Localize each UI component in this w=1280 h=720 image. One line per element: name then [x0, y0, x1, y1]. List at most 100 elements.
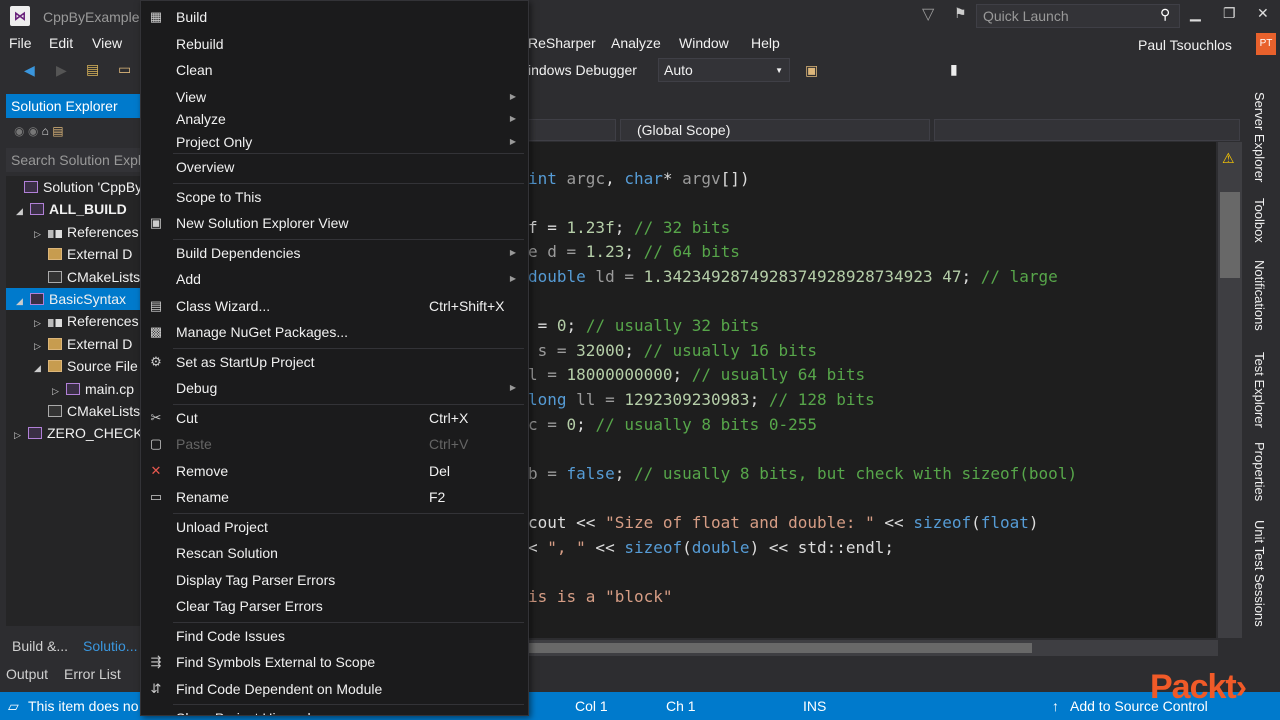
menu-item-add[interactable]: Add ▶	[141, 267, 528, 291]
menu-item-display-tag-parser-errors[interactable]: Display Tag Parser Errors	[141, 568, 528, 592]
menu-item-remove[interactable]: ✕ Remove Del	[141, 459, 528, 483]
tree-node[interactable]: ▷ References	[6, 221, 140, 243]
menu-item-class-wizard[interactable]: ▤ Class Wizard... Ctrl+Shift+X	[141, 294, 528, 318]
tree-node[interactable]: ◢ BasicSyntax	[6, 288, 140, 310]
bookmark-icon[interactable]: ▮	[950, 61, 958, 78]
expanded-arrow-icon[interactable]: ◢	[16, 200, 30, 220]
menu-item-find-code-issues[interactable]: Find Code Issues	[141, 624, 528, 648]
menu-resharper[interactable]: ReSharper	[528, 35, 596, 51]
minimize-button[interactable]: ▁	[1190, 5, 1201, 22]
menu-item-clear-tag-parser-errors[interactable]: Clear Tag Parser Errors	[141, 594, 528, 618]
tab-error-list[interactable]: Error List	[64, 666, 121, 682]
vertical-scrollbar[interactable]: ⚠	[1218, 142, 1242, 638]
collapsed-arrow-icon[interactable]: ▷	[52, 380, 66, 400]
menu-item-build[interactable]: ▦ Build	[141, 5, 528, 29]
filter-icon[interactable]: ▽	[922, 4, 934, 24]
tree-node[interactable]: ◢ ALL_BUILD	[6, 198, 140, 220]
menu-item-rebuild[interactable]: Rebuild	[141, 32, 528, 56]
code-token: [])	[720, 168, 750, 188]
collapsed-arrow-icon[interactable]: ▷	[34, 335, 48, 355]
menu-item-build-dependencies[interactable]: Build Dependencies ▶	[141, 241, 528, 265]
solution-explorer-tab[interactable]: Solution Explorer	[6, 94, 140, 118]
tab-build[interactable]: Build &...	[12, 638, 68, 654]
open-folder-icon[interactable]: ▭	[118, 61, 131, 78]
tree-node[interactable]: CMakeLists	[6, 400, 140, 422]
collapsed-arrow-icon[interactable]: ▷	[34, 223, 48, 243]
warning-icon[interactable]: ⚠	[1222, 150, 1235, 167]
side-tab-unit-test-sessions[interactable]: Unit Test Sessions	[1252, 520, 1267, 627]
tree-node[interactable]: External D	[6, 243, 140, 265]
side-tab-properties[interactable]: Properties	[1252, 442, 1267, 501]
tree-node[interactable]: ▷ ZERO_CHECK	[6, 422, 140, 444]
config-select[interactable]: Auto ▼	[658, 58, 790, 82]
scroll-thumb[interactable]	[528, 643, 1032, 653]
user-avatar[interactable]: PT	[1256, 33, 1276, 55]
tree-node[interactable]: Solution 'CppBy	[6, 176, 140, 198]
menu-item-find-symbols-external-to-scope[interactable]: ⇶ Find Symbols External to Scope	[141, 650, 528, 674]
side-tab-toolbox[interactable]: Toolbox	[1252, 198, 1267, 243]
menu-item-cut[interactable]: ✂ Cut Ctrl+X	[141, 406, 528, 430]
feedback-icon[interactable]: ⚑	[954, 5, 967, 22]
menu-item-rename[interactable]: ▭ Rename F2	[141, 485, 528, 509]
forward-icon[interactable]: ▶	[56, 62, 67, 79]
menu-item-label: Rescan Solution	[176, 545, 278, 561]
tab-solution[interactable]: Solutio...	[83, 638, 137, 654]
tree-node[interactable]: ▷ External D	[6, 333, 140, 355]
menu-item-shortcut: Ctrl+Shift+X	[429, 297, 505, 314]
collapsed-arrow-icon[interactable]: ▷	[14, 424, 28, 444]
tree-node[interactable]: ◢ Source File	[6, 355, 140, 377]
menu-window[interactable]: Window	[679, 35, 729, 51]
back-icon[interactable]: ◀	[24, 62, 35, 79]
menu-item-clean[interactable]: Clean	[141, 58, 528, 82]
close-button[interactable]: ✕	[1257, 5, 1269, 22]
menu-item-manage-nuget-packages[interactable]: ▩ Manage NuGet Packages...	[141, 320, 528, 344]
member-dropdown[interactable]	[934, 119, 1240, 141]
debugger-select[interactable]: indows Debugger	[528, 62, 637, 78]
switch-view-icon[interactable]: ▤	[52, 124, 63, 138]
restore-button[interactable]: ❐	[1223, 5, 1236, 22]
menu-item-debug[interactable]: Debug ▶	[141, 376, 528, 400]
collapsed-arrow-icon[interactable]: ▷	[34, 312, 48, 332]
forward-icon[interactable]: ◉	[28, 124, 42, 138]
tree-node[interactable]: CMakeLists	[6, 266, 140, 288]
expanded-arrow-icon[interactable]: ◢	[34, 357, 48, 377]
menu-view[interactable]: View	[92, 35, 122, 51]
solution-search-input[interactable]: Search Solution Expl	[6, 148, 140, 172]
project-icon	[30, 293, 44, 305]
back-icon[interactable]: ◉	[14, 124, 28, 138]
side-tab-notifications[interactable]: Notifications	[1252, 260, 1267, 331]
tree-node[interactable]: ▷ References	[6, 310, 140, 332]
project-dropdown[interactable]	[528, 119, 616, 141]
quick-launch-input[interactable]: Quick Launch	[976, 4, 1180, 28]
menu-item-unload-project[interactable]: Unload Project	[141, 515, 528, 539]
tab-output[interactable]: Output	[6, 666, 48, 682]
user-name[interactable]: Paul Tsouchlos	[1138, 37, 1232, 53]
menu-item-new-solution-explorer-view[interactable]: ▣ New Solution Explorer View	[141, 211, 528, 235]
menu-item-scope-to-this[interactable]: Scope to This	[141, 185, 528, 209]
home-icon[interactable]: ⌂	[42, 124, 53, 138]
new-project-icon[interactable]: ▤	[86, 61, 99, 78]
scroll-thumb[interactable]	[1220, 192, 1240, 278]
scope-dropdown[interactable]: (Global Scope)	[620, 119, 930, 141]
menu-item-view[interactable]: View ▶	[141, 85, 528, 109]
code-editor[interactable]: <iostream>int argc, char* argv[])f = 1.2…	[528, 118, 1216, 638]
menu-edit[interactable]: Edit	[49, 35, 73, 51]
horizontal-scrollbar[interactable]	[528, 640, 1218, 656]
menu-item-find-code-dependent-on-module[interactable]: ⇵ Find Code Dependent on Module	[141, 677, 528, 701]
menu-item-set-as-startup-project[interactable]: ⚙ Set as StartUp Project	[141, 350, 528, 374]
menu-item-project-only[interactable]: Project Only ▶	[141, 130, 528, 154]
menu-item-show-project-hierarchy[interactable]: Show Project Hierarchy	[141, 706, 528, 715]
menu-help[interactable]: Help	[751, 35, 780, 51]
code-token: ", "	[547, 537, 586, 557]
search-icon[interactable]: ⚲	[1160, 6, 1170, 23]
find-icon[interactable]: ▣	[805, 62, 818, 79]
menu-item-rescan-solution[interactable]: Rescan Solution	[141, 541, 528, 565]
side-tab-test-explorer[interactable]: Test Explorer	[1252, 352, 1267, 428]
menu-analyze[interactable]: Analyze	[611, 35, 661, 51]
tree-node[interactable]: ▷ main.cp	[6, 378, 140, 400]
menu-item-overview[interactable]: Overview	[141, 155, 528, 179]
menu-item-analyze[interactable]: Analyze ▶	[141, 107, 528, 131]
expanded-arrow-icon[interactable]: ◢	[16, 290, 30, 310]
menu-file[interactable]: File	[9, 35, 32, 51]
side-tab-server-explorer[interactable]: Server Explorer	[1252, 92, 1267, 182]
